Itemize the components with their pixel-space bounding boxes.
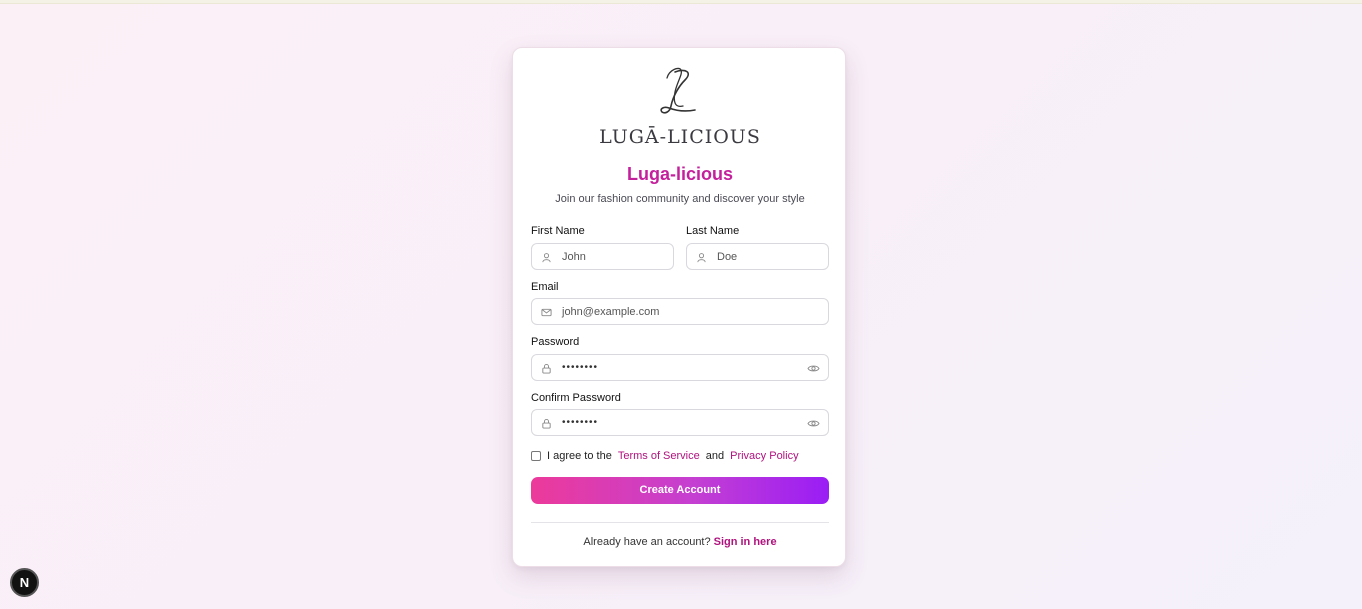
brand-wordmark: LUGĀ-LICIOUS: [599, 126, 761, 148]
confirm-password-label: Confirm Password: [531, 392, 621, 404]
dev-tools-badge[interactable]: N: [10, 568, 39, 597]
password-field[interactable]: ••••••••: [531, 354, 829, 381]
mail-icon: [541, 308, 552, 317]
lock-icon: [542, 364, 551, 374]
agree-prefix: I agree to the: [547, 450, 612, 462]
email-field[interactable]: john@example.com: [531, 298, 829, 325]
top-border: [0, 0, 1362, 4]
email-placeholder: john@example.com: [562, 306, 660, 318]
confirm-password-value: ••••••••: [562, 417, 599, 428]
last-name-label: Last Name: [686, 225, 740, 237]
page-subtitle: Join our fashion community and discover …: [555, 193, 805, 205]
divider: [531, 522, 829, 523]
eye-icon[interactable]: [807, 418, 820, 429]
user-icon: [697, 253, 706, 263]
terms-of-service-link[interactable]: Terms of Service: [618, 450, 700, 462]
signin-prompt: Already have an account? Sign in here: [513, 536, 847, 548]
password-value: ••••••••: [562, 362, 599, 373]
first-name-label: First Name: [531, 225, 585, 237]
agree-and: and: [705, 450, 725, 462]
first-name-placeholder: John: [562, 251, 586, 263]
terms-checkbox[interactable]: [531, 451, 541, 461]
lock-icon: [542, 419, 551, 429]
confirm-password-field[interactable]: ••••••••: [531, 409, 829, 436]
sign-in-link[interactable]: Sign in here: [714, 536, 777, 548]
signin-prompt-text: Already have an account?: [583, 536, 711, 548]
page-title: Luga-licious: [626, 164, 733, 184]
password-label: Password: [531, 336, 580, 348]
privacy-policy-link[interactable]: Privacy Policy: [730, 450, 798, 462]
email-label: Email: [531, 281, 559, 293]
signup-card: LUGĀ-LICIOUS Luga-licious Join our fashi…: [512, 47, 846, 567]
user-icon: [542, 253, 551, 263]
first-name-field[interactable]: John: [531, 243, 674, 270]
last-name-field[interactable]: Doe: [686, 243, 829, 270]
last-name-placeholder: Doe: [717, 251, 738, 263]
create-account-button[interactable]: Create Account: [531, 477, 829, 504]
logo-monogram-icon: [660, 67, 696, 114]
terms-agreement: I agree to the Terms of Service and Priv…: [531, 449, 805, 463]
eye-icon[interactable]: [807, 363, 820, 374]
